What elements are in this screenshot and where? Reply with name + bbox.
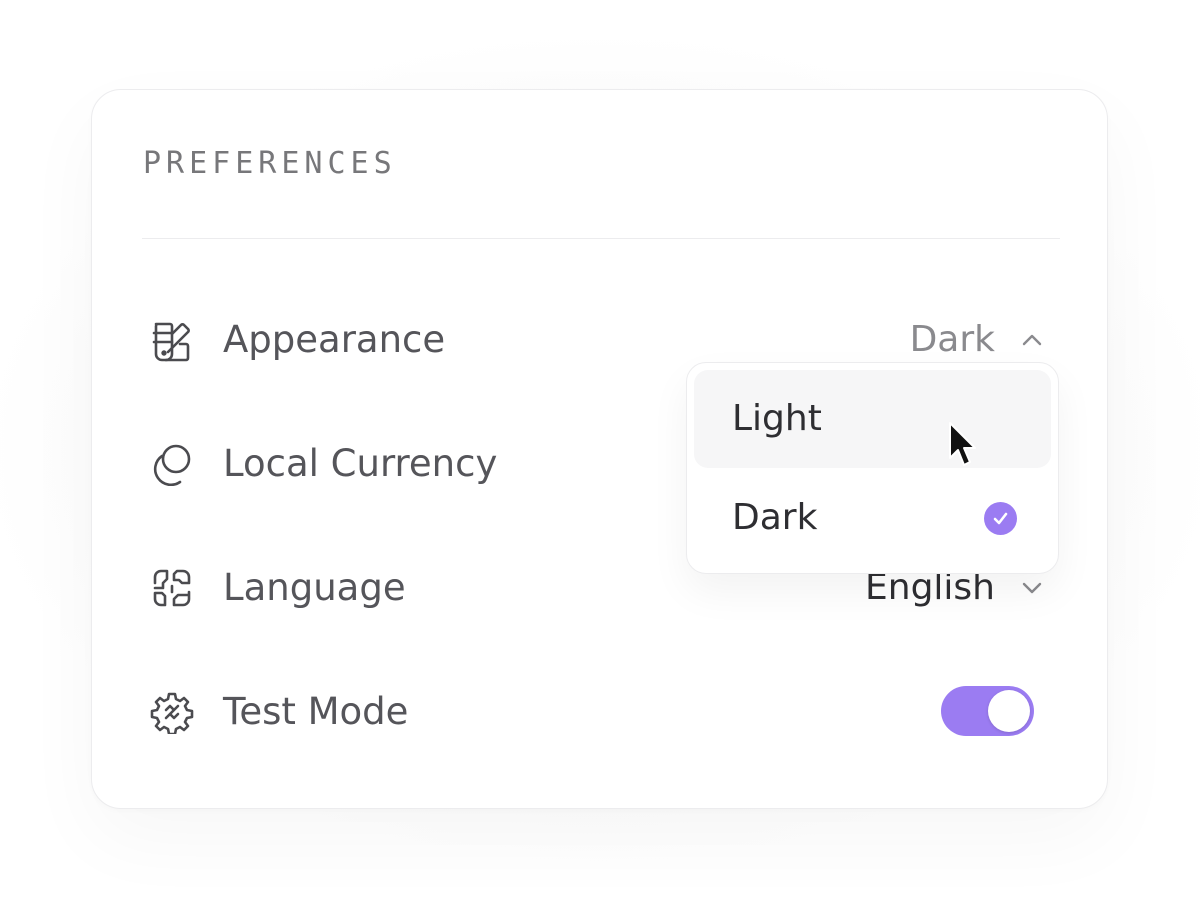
option-dark-label: Dark (732, 497, 818, 538)
panel-title: PREFERENCES (143, 146, 397, 181)
currency-icon (150, 442, 194, 486)
chevron-up-icon[interactable] (1017, 325, 1047, 355)
chevron-down-icon[interactable] (1017, 573, 1047, 603)
title-divider (142, 238, 1060, 239)
appearance-dropdown-menu: Light Dark (686, 362, 1059, 574)
appearance-label: Appearance (223, 318, 446, 361)
mouse-cursor-icon (947, 421, 979, 469)
option-light[interactable]: Light (694, 370, 1051, 468)
appearance-value[interactable]: Dark (910, 318, 995, 362)
test-mode-label: Test Mode (223, 690, 409, 733)
palette-icon (150, 318, 194, 362)
globe-icon (150, 566, 194, 610)
language-label: Language (223, 566, 406, 609)
option-light-label: Light (732, 398, 822, 439)
gear-icon (150, 690, 194, 734)
test-mode-toggle[interactable] (941, 686, 1034, 736)
toggle-knob[interactable] (988, 690, 1030, 732)
option-dark[interactable]: Dark (694, 469, 1051, 567)
page-background: PREFERENCES Appearance Dark Local Curren… (0, 0, 1200, 900)
local-currency-label: Local Currency (223, 442, 498, 485)
check-icon (984, 502, 1017, 535)
